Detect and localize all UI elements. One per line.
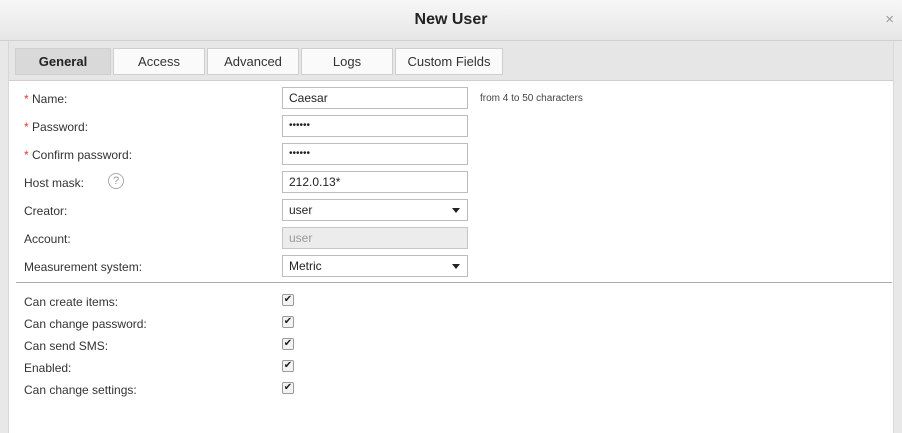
new-user-dialog: New User × General Access Advanced Logs … (0, 0, 902, 433)
chevron-down-icon (452, 208, 460, 213)
password-label: * Password: (24, 120, 89, 134)
creator-select[interactable]: user (282, 199, 468, 221)
can-send-sms-label: Can send SMS: (24, 339, 109, 353)
required-marker: * (24, 148, 29, 162)
can-create-items-label: Can create items: (24, 295, 119, 309)
dialog-titlebar: New User × (0, 0, 902, 41)
measurement-system-value: Metric (289, 259, 322, 273)
required-marker: * (24, 120, 29, 134)
section-divider (16, 282, 892, 283)
account-label: Account: (24, 232, 71, 246)
measurement-system-select[interactable]: Metric (282, 255, 468, 277)
can-change-password-checkbox[interactable]: ✔ (282, 316, 294, 328)
close-icon[interactable]: × (885, 12, 894, 27)
name-hint: from 4 to 50 characters (480, 93, 583, 104)
can-send-sms-checkbox[interactable]: ✔ (282, 338, 294, 350)
help-icon[interactable]: ? (108, 173, 124, 189)
general-form: * Name: Caesar from 4 to 50 characters *… (9, 82, 893, 433)
dialog-right-border (893, 41, 902, 433)
host-mask-input[interactable]: 212.0.13* (282, 171, 468, 193)
password-input[interactable]: •••••• (282, 115, 468, 137)
enabled-checkbox[interactable]: ✔ (282, 360, 294, 372)
name-input[interactable]: Caesar (282, 87, 468, 109)
confirm-password-label: * Confirm password: (24, 148, 133, 162)
can-change-password-label: Can change password: (24, 317, 147, 331)
chevron-down-icon (452, 264, 460, 269)
confirm-password-input[interactable]: •••••• (282, 143, 468, 165)
creator-label: Creator: (24, 204, 68, 218)
measurement-system-label: Measurement system: (24, 260, 143, 274)
tab-bar: General Access Advanced Logs Custom Fiel… (9, 41, 893, 81)
dialog-title: New User (414, 11, 488, 28)
host-mask-label: Host mask: (24, 176, 85, 190)
dialog-left-border (0, 41, 9, 433)
can-change-settings-label: Can change settings: (24, 383, 137, 397)
enabled-label: Enabled: (24, 361, 72, 375)
can-create-items-checkbox[interactable]: ✔ (282, 294, 294, 306)
tab-advanced[interactable]: Advanced (207, 48, 299, 75)
name-label: * Name: (24, 92, 68, 106)
tab-custom-fields[interactable]: Custom Fields (395, 48, 503, 75)
tab-general[interactable]: General (15, 48, 111, 75)
required-marker: * (24, 92, 29, 106)
can-change-settings-checkbox[interactable]: ✔ (282, 382, 294, 394)
tab-logs[interactable]: Logs (301, 48, 393, 75)
creator-value: user (289, 203, 313, 217)
account-input: user (282, 227, 468, 249)
tab-access[interactable]: Access (113, 48, 205, 75)
